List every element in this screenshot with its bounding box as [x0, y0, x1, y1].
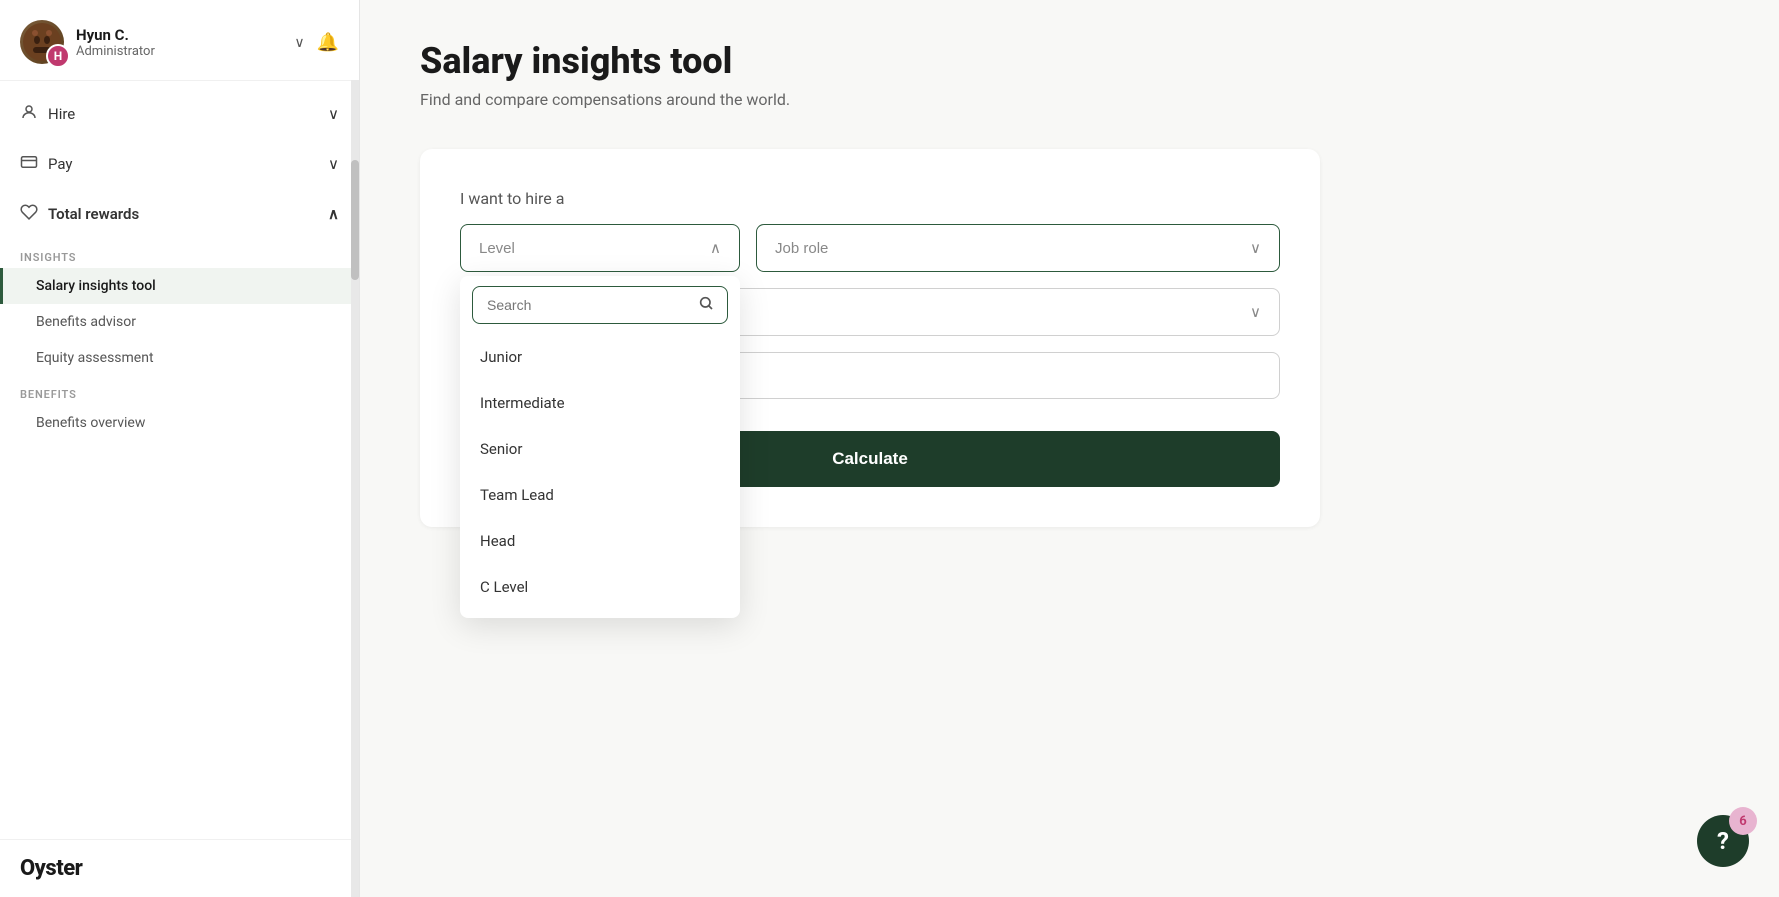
sidebar-item-benefits-advisor[interactable]: Benefits advisor: [0, 304, 359, 340]
main-content: Salary insights tool Find and compare co…: [360, 0, 1779, 897]
hire-chevron-icon: ∨: [328, 105, 339, 123]
header-actions: ∨ 🔔: [294, 32, 339, 53]
level-placeholder: Level: [479, 240, 515, 257]
sidebar-item-equity-assessment[interactable]: Equity assessment: [0, 340, 359, 376]
sidebar-item-benefits-overview[interactable]: Benefits overview: [0, 405, 359, 441]
sidebar-scrollbar-thumb[interactable]: [351, 160, 359, 280]
benefits-section-label: BENEFITS: [0, 376, 359, 405]
sidebar-nav: Hire ∨ Pay ∨: [0, 81, 359, 839]
level-option-junior[interactable]: Junior: [460, 334, 740, 380]
search-icon: [698, 295, 714, 315]
sidebar-header: H Hyun C. Administrator ∨ 🔔: [0, 0, 359, 81]
user-name: Hyun C.: [76, 26, 282, 44]
sidebar-item-hire[interactable]: Hire ∨: [0, 89, 359, 139]
sidebar-total-rewards-label: Total rewards: [48, 205, 139, 223]
page-subtitle: Find and compare compensations around th…: [420, 90, 1719, 109]
avatar-initial: H: [46, 44, 70, 68]
sidebar: H Hyun C. Administrator ∨ 🔔 Hire ∨: [0, 0, 360, 897]
sidebar-item-salary-insights-tool[interactable]: Salary insights tool: [0, 268, 359, 304]
country-chevron-icon: ∨: [1250, 303, 1261, 321]
level-option-team-lead[interactable]: Team Lead: [460, 472, 740, 518]
help-badge: ? 6: [1697, 815, 1749, 867]
dropdown-search-container: [460, 276, 740, 334]
total-rewards-icon: [20, 203, 38, 225]
help-question-mark: ?: [1717, 827, 1729, 855]
sidebar-scrollbar-track[interactable]: [351, 80, 359, 897]
sidebar-item-pay[interactable]: Pay ∨: [0, 139, 359, 189]
sidebar-footer: Oyster: [0, 839, 359, 897]
sidebar-hire-label: Hire: [48, 105, 75, 123]
help-button[interactable]: ? 6: [1697, 815, 1749, 867]
oyster-logo: Oyster: [20, 856, 339, 881]
page-title: Salary insights tool: [420, 40, 1719, 82]
level-search-input[interactable]: [472, 286, 728, 324]
user-info: Hyun C. Administrator: [76, 26, 282, 59]
insights-section-label: INSIGHTS: [0, 239, 359, 268]
level-option-intermediate[interactable]: Intermediate: [460, 380, 740, 426]
total-rewards-chevron-icon: ∧: [328, 205, 339, 223]
sidebar-item-total-rewards[interactable]: Total rewards ∧: [0, 189, 359, 239]
job-role-placeholder: Job role: [775, 240, 828, 257]
notifications-button[interactable]: 🔔: [317, 32, 339, 53]
help-notification-count: 6: [1729, 807, 1757, 835]
sidebar-pay-label: Pay: [48, 155, 73, 173]
salary-form-card: I want to hire a Level ∧ Job role ∨: [420, 149, 1320, 527]
user-role: Administrator: [76, 44, 282, 59]
pay-chevron-icon: ∨: [328, 155, 339, 173]
level-dropdown: Junior Intermediate Senior Team Lead Hea…: [460, 276, 740, 618]
job-role-chevron-icon: ∨: [1250, 239, 1261, 257]
form-row-level-jobrole: Level ∧ Job role ∨: [460, 224, 1280, 272]
level-option-c-level[interactable]: C Level: [460, 564, 740, 610]
avatar: H: [20, 20, 64, 64]
pay-icon: [20, 153, 38, 175]
level-chevron-up-icon: ∧: [710, 239, 721, 257]
hire-icon: [20, 103, 38, 125]
user-menu-button[interactable]: ∨: [294, 34, 304, 51]
job-role-select[interactable]: Job role ∨: [756, 224, 1280, 272]
level-option-senior[interactable]: Senior: [460, 426, 740, 472]
level-option-head[interactable]: Head: [460, 518, 740, 564]
hire-label: I want to hire a: [460, 189, 1280, 208]
level-select[interactable]: Level ∧: [460, 224, 740, 272]
